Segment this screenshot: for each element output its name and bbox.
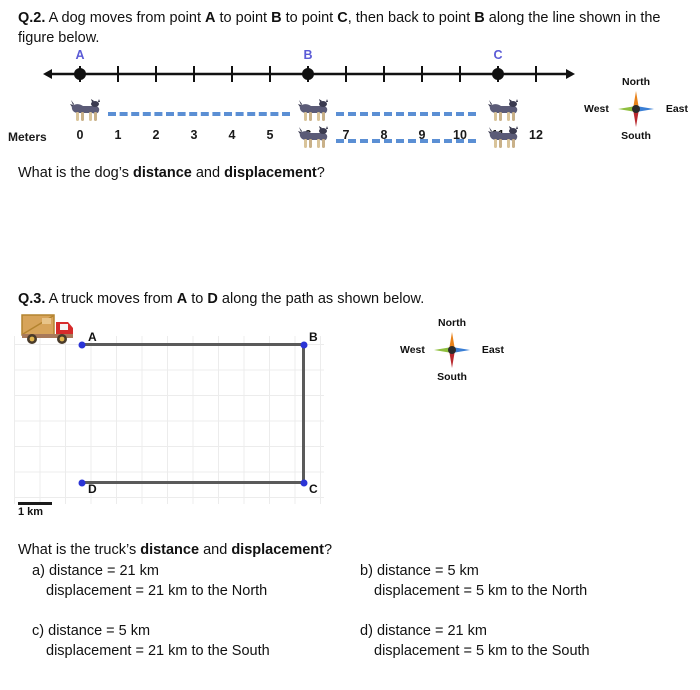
option-d-line1: distance = 21 km <box>376 623 487 639</box>
scale-bar-line <box>18 502 52 505</box>
node-point-c <box>300 479 308 487</box>
q3-prompt-pre: What is the truck’s <box>18 542 141 558</box>
compass-south-label: South <box>621 130 651 142</box>
compass-star-icon <box>618 91 654 127</box>
compass-east-label: East <box>665 103 688 115</box>
q2-point-b2: B <box>474 10 485 26</box>
q2-heading: Q.2. A dog moves from point A to point B… <box>18 8 678 48</box>
tick-label-1: 1 <box>114 128 122 142</box>
answer-option-b[interactable]: b) distance = 5 km displacement = 5 km t… <box>360 561 690 601</box>
option-a-key: a) <box>32 563 45 579</box>
q3-prompt-distance: distance <box>140 542 200 558</box>
q2-text-2: to point <box>215 10 272 26</box>
q2-prompt-mid: and <box>191 165 225 181</box>
compass-south-label-q3: South <box>437 371 467 383</box>
q2-number: Q.2. <box>18 10 46 26</box>
q2-text-1: A dog moves from point <box>48 10 205 26</box>
tick-label-12: 12 <box>529 128 543 142</box>
q3-point-a: A <box>176 291 188 307</box>
q2-prompt: What is the dog’s distance and displacem… <box>18 163 638 183</box>
option-c-line2: displacement = 21 km to the South <box>46 643 270 659</box>
q2-number-line-figure: Meters A B C 0 1 2 3 4 5 7 8 9 10 12 Nor… <box>0 48 700 158</box>
node-label-c: C <box>309 482 318 496</box>
dog-icon-at-c-row1 <box>486 98 520 124</box>
number-line-label-c: C <box>493 48 503 62</box>
dog-icon-at-b-row1 <box>296 98 330 124</box>
dash-path-b-to-c <box>336 112 476 116</box>
compass-north-label: North <box>622 76 650 88</box>
dog-icon-at-c-row2 <box>486 125 520 151</box>
path-segment-a-to-b <box>82 343 305 346</box>
q2-point-a: A <box>205 10 216 26</box>
node-label-d: D <box>88 482 97 496</box>
option-b-line2: displacement = 5 km to the North <box>374 583 588 599</box>
q2-point-c: C <box>337 10 348 26</box>
q3-point-d: D <box>207 291 218 307</box>
option-d-line2: displacement = 5 km to the South <box>374 643 590 659</box>
number-line-label-b: B <box>303 48 313 62</box>
q3-prompt-post: ? <box>323 542 333 558</box>
q3-prompt-displacement: displacement <box>231 542 324 558</box>
option-c-line1: distance = 5 km <box>48 623 151 639</box>
dash-path-a-to-b <box>108 112 290 116</box>
node-label-a: A <box>88 330 97 344</box>
q3-path-figure: A B C D 1 km <box>14 314 324 518</box>
q3-heading: Q.3. A truck moves from A to D along the… <box>18 289 678 309</box>
q3-text-2: to <box>187 291 208 307</box>
tick-label-3: 3 <box>190 128 198 142</box>
option-b-key: b) <box>360 563 373 579</box>
dog-icon-at-b-row2 <box>296 125 330 151</box>
answer-option-d[interactable]: d) distance = 21 km displacement = 5 km … <box>360 621 690 661</box>
option-a-line2: displacement = 21 km to the North <box>46 583 268 599</box>
q3-number: Q.3. <box>18 291 46 307</box>
node-point-b <box>300 341 308 349</box>
answer-option-c[interactable]: c) distance = 5 km displacement = 21 km … <box>32 621 342 661</box>
path-segment-c-to-d <box>82 481 305 484</box>
tick-label-2: 2 <box>152 128 160 142</box>
option-b-line1: distance = 5 km <box>376 563 479 579</box>
q3-text-3: along the path as shown below. <box>217 291 425 307</box>
q2-prompt-distance: distance <box>133 165 192 181</box>
q3-grid-background <box>14 336 324 504</box>
compass-rose-q3: North South West East <box>400 317 504 383</box>
compass-north-label-q3: North <box>438 317 466 329</box>
dog-icon-at-a <box>68 98 102 124</box>
answer-option-a[interactable]: a) distance = 21 km displacement = 21 km… <box>32 561 342 601</box>
dash-path-c-back-to-b <box>336 139 476 143</box>
path-segment-b-to-c <box>302 343 305 484</box>
compass-west-label-q3: West <box>400 344 425 356</box>
q3-prompt-mid: and <box>199 542 232 558</box>
option-c-key: c) <box>32 623 45 639</box>
tick-label-4: 4 <box>228 128 236 142</box>
node-label-b: B <box>309 330 318 344</box>
q2-text-4: , then back to point <box>347 10 475 26</box>
q2-prompt-pre: What is the dog’s <box>18 165 133 181</box>
option-d-key: d) <box>360 623 373 639</box>
q2-text-3: to point <box>281 10 338 26</box>
tick-label-0: 0 <box>76 128 84 142</box>
q3-prompt: What is the truck’s distance and displac… <box>18 540 638 560</box>
compass-rose-q2: North South West East <box>584 76 688 142</box>
compass-star-icon-q3 <box>434 332 470 368</box>
option-a-line1: distance = 21 km <box>48 563 159 579</box>
q2-point-b: B <box>271 10 282 26</box>
scale-bar-label: 1 km <box>18 506 44 518</box>
node-point-d <box>78 479 86 487</box>
number-line-label-a: A <box>75 48 85 62</box>
compass-west-label: West <box>584 103 609 115</box>
q2-prompt-displacement: displacement <box>224 165 317 181</box>
truck-icon <box>20 312 82 346</box>
compass-east-label-q3: East <box>481 344 504 356</box>
q3-text-1: A truck moves from <box>48 291 177 307</box>
q2-prompt-post: ? <box>316 165 325 181</box>
tick-label-5: 5 <box>266 128 274 142</box>
